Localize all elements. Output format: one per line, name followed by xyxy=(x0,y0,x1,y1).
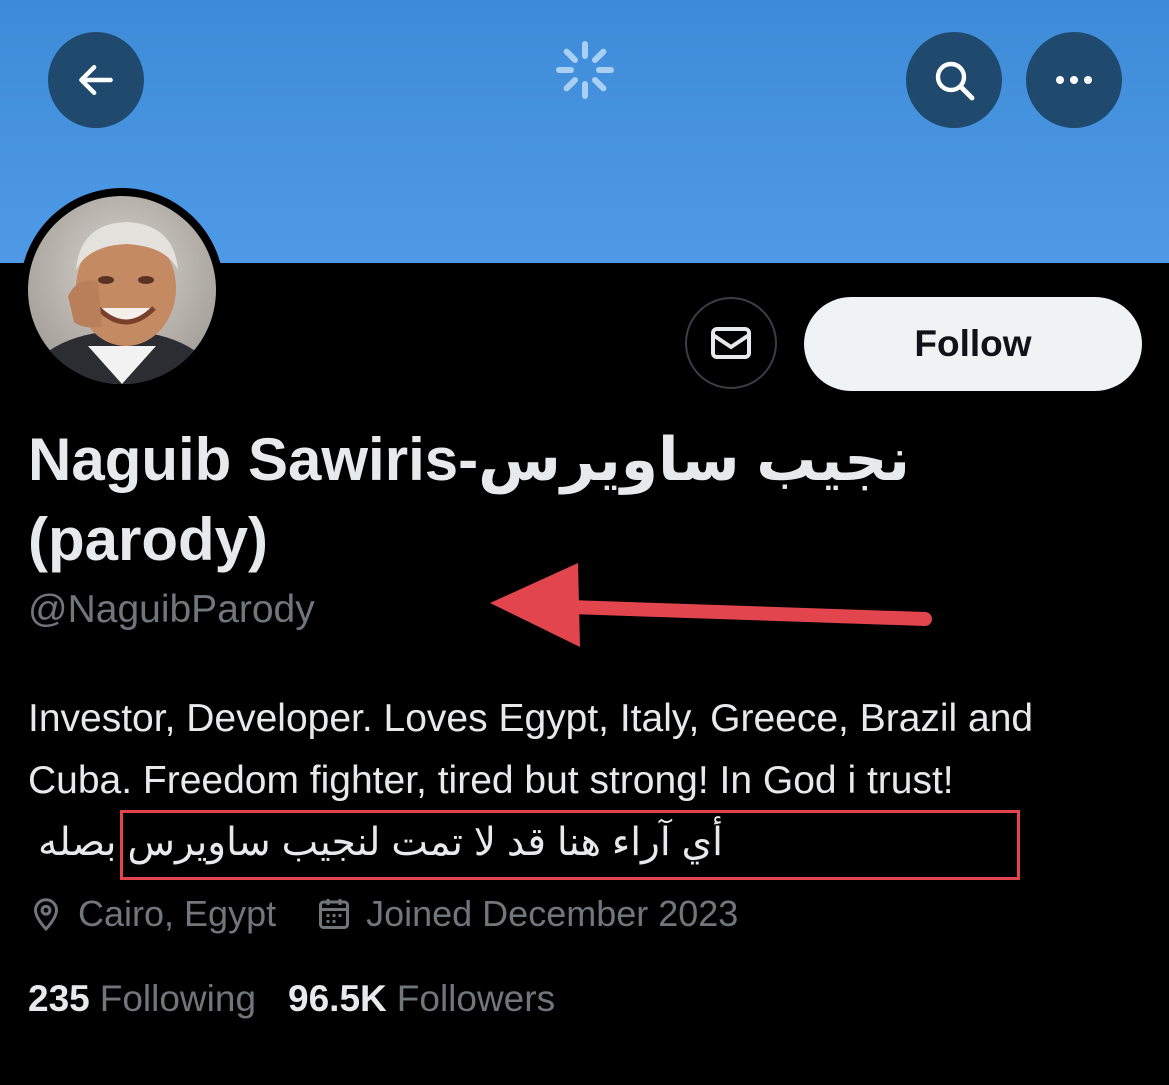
profile-stats: 235 Following 96.5K Followers xyxy=(28,978,587,1020)
following-count: 235 xyxy=(28,978,90,1019)
more-button[interactable] xyxy=(1026,32,1122,128)
annotation-arrow xyxy=(490,563,932,647)
location-item: Cairo, Egypt xyxy=(28,893,276,935)
followers-count: 96.5K xyxy=(288,978,387,1019)
avatar-photo xyxy=(28,196,216,384)
profile-handle: @NaguibParody xyxy=(28,588,315,631)
more-horizontal-icon xyxy=(1056,76,1092,84)
annotation-highlight-box xyxy=(120,810,1020,880)
joined-item: Joined December 2023 xyxy=(316,893,738,935)
follow-button[interactable]: Follow xyxy=(804,297,1142,391)
followers-label: Followers xyxy=(396,978,556,1019)
joined-text: Joined December 2023 xyxy=(366,893,739,934)
message-button[interactable] xyxy=(685,297,777,389)
location-pin-icon xyxy=(33,898,59,932)
envelope-icon xyxy=(711,327,751,359)
back-button[interactable] xyxy=(48,32,144,128)
followers-link[interactable]: 96.5K Followers xyxy=(288,978,555,1020)
avatar-ring xyxy=(20,188,224,392)
following-label: Following xyxy=(99,978,257,1019)
calendar-icon xyxy=(319,899,350,929)
search-button[interactable] xyxy=(906,32,1002,128)
following-link[interactable]: 235 Following xyxy=(28,978,256,1020)
location-text: Cairo, Egypt xyxy=(78,893,277,934)
bio-english: Investor, Developer. Loves Egypt, Italy,… xyxy=(28,697,1034,802)
search-icon xyxy=(935,61,975,101)
spinner-icon xyxy=(556,41,614,99)
avatar[interactable] xyxy=(28,196,216,384)
arrow-left-icon xyxy=(79,64,113,96)
profile-meta: Cairo, Egypt Joined December 2023 xyxy=(28,893,778,935)
